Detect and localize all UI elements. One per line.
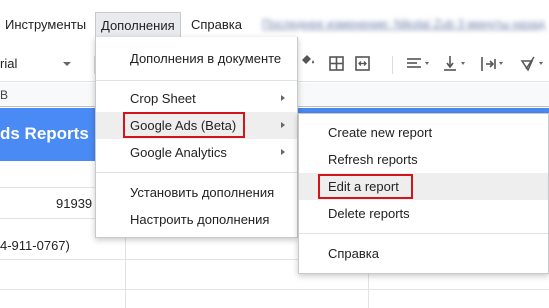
menu-item-refresh-reports[interactable]: Refresh reports (299, 146, 548, 173)
chevron-right-icon (281, 122, 285, 128)
menu-separator (96, 172, 297, 173)
text-wrap-button[interactable] (478, 53, 503, 75)
highlight-box-edit-report (318, 174, 413, 199)
menu-separator (96, 80, 297, 81)
menu-item-create-report[interactable]: Create new report (299, 119, 548, 146)
menu-help[interactable]: Справка (186, 12, 247, 38)
menu-item-label: Crop Sheet (130, 91, 196, 106)
menu-item-label: Delete reports (328, 206, 410, 221)
align-bottom-icon (444, 56, 465, 71)
menu-item-crop-sheet[interactable]: Crop Sheet (96, 85, 297, 112)
cell-number[interactable]: 91939 (56, 196, 92, 211)
menu-item-document-addons[interactable]: Дополнения в документе (96, 45, 297, 72)
vertical-align-button[interactable] (440, 53, 465, 75)
menu-item-label: Настроить дополнения (130, 212, 270, 227)
menu-item-delete-reports[interactable]: Delete reports (299, 200, 548, 227)
chevron-down-icon (63, 62, 71, 66)
menu-item-google-analytics[interactable]: Google Analytics (96, 139, 297, 166)
chevron-right-icon (281, 95, 285, 101)
font-family-value: rial (0, 56, 18, 71)
column-header-b[interactable]: B (0, 88, 8, 102)
paint-bucket-icon (302, 55, 314, 64)
addons-dropdown-menu: Дополнения в документе Crop Sheet Google… (95, 37, 298, 238)
highlight-box-google-ads (123, 112, 245, 138)
text-rotation-button[interactable] (518, 53, 543, 75)
menu-item-label: Справка (328, 246, 379, 261)
row-gridline (0, 289, 549, 290)
borders-button[interactable] (326, 53, 348, 75)
menu-item-manage-addons[interactable]: Настроить дополнения (96, 206, 297, 233)
last-edit-link[interactable]: Последнее изменение: Nikolai Zub 3 минут… (262, 17, 545, 31)
merge-cells-icon (355, 56, 370, 71)
chevron-right-icon (281, 149, 285, 155)
text-wrap-icon (481, 57, 503, 71)
cell-phone[interactable]: 4-911-0767) (0, 238, 70, 253)
menu-item-label: Дополнения в документе (130, 51, 282, 66)
merge-cells-button[interactable] (352, 53, 374, 75)
menu-item-label: Refresh reports (328, 152, 418, 167)
menu-item-help[interactable]: Справка (299, 240, 548, 267)
menu-separator (299, 233, 548, 234)
menu-tools[interactable]: Инструменты (0, 12, 91, 38)
report-title-cell: ds Reports (0, 124, 89, 143)
menu-item-install-addons[interactable]: Установить дополнения (96, 179, 297, 206)
horizontal-align-button[interactable] (404, 53, 429, 75)
borders-icon (329, 56, 344, 71)
menu-item-label: Create new report (328, 125, 433, 140)
google-ads-submenu: Create new report Refresh reports Edit a… (298, 113, 549, 274)
fill-color-button[interactable] (298, 53, 320, 75)
text-rotation-icon (520, 56, 543, 72)
menu-item-label: Установить дополнения (130, 185, 275, 200)
menu-item-label: Google Analytics (130, 145, 227, 160)
menu-addons[interactable]: Дополнения (95, 12, 181, 38)
toolbar-divider (392, 56, 393, 74)
font-family-select[interactable]: rial (0, 52, 80, 76)
align-left-icon (407, 58, 429, 68)
